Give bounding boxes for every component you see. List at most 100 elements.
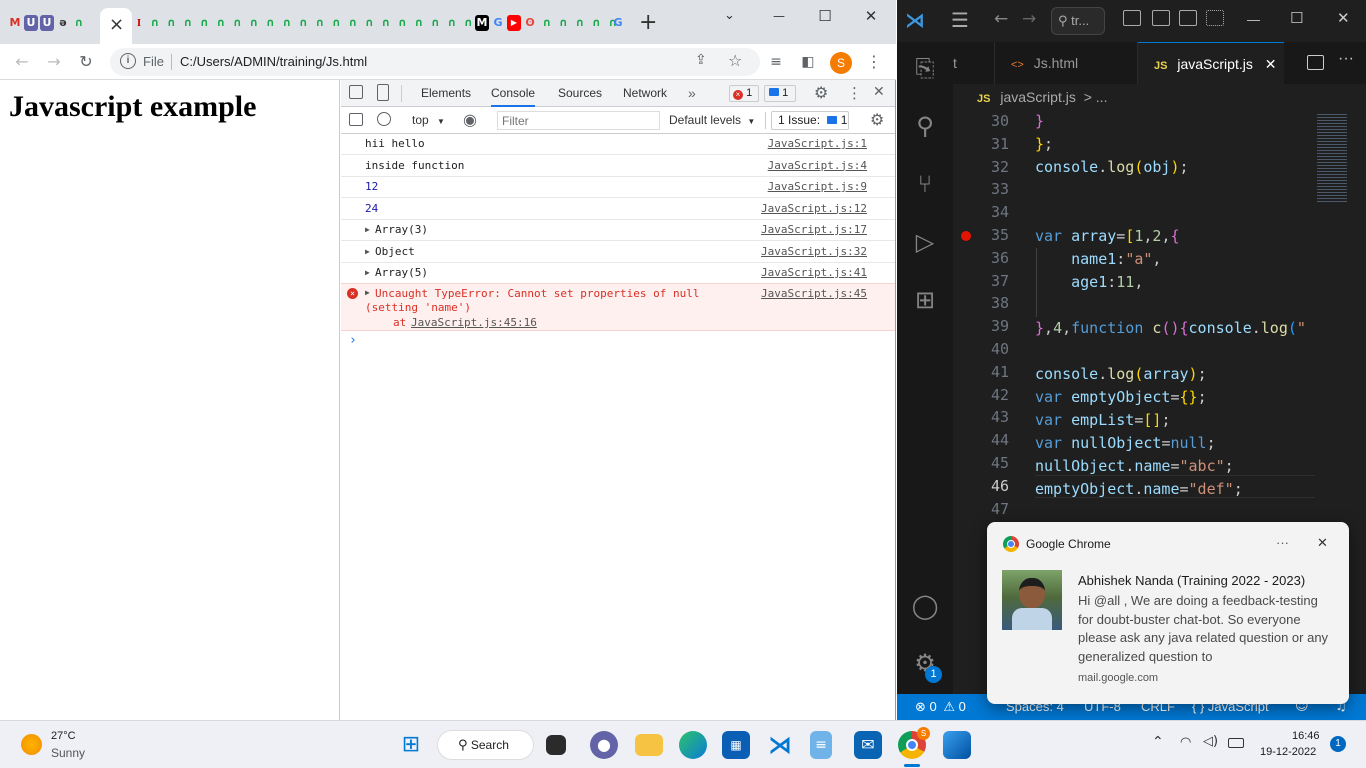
weather-temperature[interactable]: 27°C bbox=[51, 730, 76, 742]
breadcrumb-tail[interactable]: > ... bbox=[1084, 89, 1108, 105]
console-message-row[interactable]: 12 JavaScript.js:9 bbox=[341, 177, 895, 198]
address-bar[interactable]: i File C:/Users/ADMIN/training/Js.html ⇪… bbox=[110, 48, 760, 76]
battery-icon[interactable] bbox=[1228, 738, 1244, 748]
toggle-sidebar-icon[interactable] bbox=[1123, 10, 1141, 26]
console-source-link[interactable]: JavaScript.js:41 bbox=[761, 263, 867, 283]
console-message-row[interactable]: inside function JavaScript.js:4 bbox=[341, 156, 895, 177]
more-tabs-icon[interactable]: » bbox=[688, 80, 696, 107]
console-message-row[interactable]: ▶ Object JavaScript.js:32 bbox=[341, 242, 895, 263]
console-filter-input[interactable] bbox=[497, 111, 660, 130]
tab-hackerrank-icon[interactable]: ∩ bbox=[247, 15, 261, 31]
tab-close-icon[interactable]: ✕ bbox=[1265, 57, 1277, 73]
tab-site-icon[interactable]: ʘ bbox=[523, 15, 537, 31]
breadcrumb-file[interactable]: javaScript.js bbox=[1000, 89, 1075, 105]
vscode-taskbar-icon[interactable]: ⋊ bbox=[766, 731, 794, 759]
tab-close-icon[interactable]: × bbox=[109, 14, 124, 35]
source-control-icon[interactable]: ⑂ bbox=[909, 168, 941, 200]
clock-date[interactable]: 19-12-2022 bbox=[1260, 746, 1316, 758]
notification-center-badge[interactable]: 1 bbox=[1330, 736, 1346, 752]
toggle-secondary-sidebar-icon[interactable] bbox=[1179, 10, 1197, 26]
devtools-menu-icon[interactable]: ⋮ bbox=[847, 84, 862, 102]
devtools-close-icon[interactable]: ✕ bbox=[873, 84, 885, 100]
tab-site-icon[interactable]: ə bbox=[56, 15, 70, 31]
edge-browser-icon[interactable] bbox=[679, 731, 707, 759]
tab-hackerrank-icon[interactable]: ∩ bbox=[330, 15, 344, 31]
log-levels-dropdown[interactable]: Default levels ▼ bbox=[669, 107, 755, 134]
toggle-panel-icon[interactable] bbox=[1152, 10, 1170, 26]
media-icon[interactable]: ≡ bbox=[766, 52, 786, 72]
close-button[interactable]: ✕ bbox=[856, 6, 886, 26]
tab-hackerrank-icon[interactable]: ∩ bbox=[297, 15, 311, 31]
tab-google-icon[interactable]: G bbox=[611, 15, 625, 31]
live-expression-eye-icon[interactable]: ◉ bbox=[463, 110, 477, 129]
file-explorer-icon[interactable] bbox=[635, 734, 663, 756]
mail-icon[interactable]: ✉ bbox=[854, 731, 882, 759]
tab-hackerrank-icon[interactable]: ∩ bbox=[198, 15, 212, 31]
tab-hackerrank-icon[interactable]: ∩ bbox=[72, 15, 86, 31]
error-count-badge[interactable]: × 1 bbox=[729, 85, 759, 102]
console-settings-icon[interactable]: ⚙ bbox=[870, 110, 884, 129]
taskbar-search-box[interactable]: ⚲ Search bbox=[437, 730, 534, 760]
tab-teams-icon[interactable]: U bbox=[24, 15, 38, 31]
tab-hackerrank-icon[interactable]: ∩ bbox=[231, 15, 245, 31]
inspect-icon[interactable] bbox=[349, 85, 363, 99]
menu-icon[interactable]: ⋮ bbox=[864, 52, 884, 72]
tab-hackerrank-icon[interactable]: ∩ bbox=[264, 15, 278, 31]
expand-triangle-icon[interactable]: ▶ bbox=[365, 220, 370, 240]
tab-hackerrank-icon[interactable]: ∩ bbox=[540, 15, 554, 31]
console-error-row[interactable]: × ▶ Uncaught TypeError: Cannot set prope… bbox=[341, 283, 895, 331]
show-hidden-icons-chevron-icon[interactable]: ⌃ bbox=[1152, 734, 1164, 750]
tab-site-icon[interactable]: I bbox=[132, 15, 146, 31]
weather-description[interactable]: Sunny bbox=[51, 746, 85, 760]
notification-close-icon[interactable]: ✕ bbox=[1317, 536, 1328, 551]
tab-sources[interactable]: Sources bbox=[558, 80, 602, 107]
volume-icon[interactable]: ◁) bbox=[1203, 734, 1218, 749]
tab-hackerrank-icon[interactable]: ∩ bbox=[280, 15, 294, 31]
notification-more-icon[interactable]: ··· bbox=[1276, 535, 1289, 550]
command-center-search[interactable]: ⚲ tr... bbox=[1051, 7, 1105, 35]
split-editor-icon[interactable] bbox=[1307, 55, 1324, 70]
console-source-link[interactable]: JavaScript.js:9 bbox=[768, 177, 867, 197]
store-icon[interactable]: ▦ bbox=[722, 731, 750, 759]
accounts-icon[interactable]: ◯ bbox=[909, 590, 941, 622]
chrome-notification[interactable]: Google Chrome ··· ✕ Abhishek Nanda (Trai… bbox=[987, 522, 1349, 704]
explorer-icon[interactable]: ⎘ bbox=[909, 52, 941, 84]
tab-hackerrank-icon[interactable]: ∩ bbox=[214, 15, 228, 31]
expand-triangle-icon[interactable]: ▶ bbox=[365, 242, 370, 262]
share-icon[interactable]: ⇪ bbox=[695, 52, 707, 68]
tab-hackerrank-icon[interactable]: ∩ bbox=[573, 15, 587, 31]
console-message-row[interactable]: ▶ Array(5) JavaScript.js:41 bbox=[341, 263, 895, 284]
teams-chat-icon[interactable]: ● bbox=[590, 731, 618, 759]
tab-hackerrank-icon[interactable]: ∩ bbox=[557, 15, 571, 31]
error-source-link[interactable]: JavaScript.js:45 bbox=[761, 287, 867, 300]
devtools-settings-icon[interactable]: ⚙ bbox=[814, 83, 828, 102]
run-debug-icon[interactable]: ▷ bbox=[909, 226, 941, 258]
side-panel-icon[interactable]: ◧ bbox=[798, 52, 818, 72]
profile-avatar[interactable]: S bbox=[830, 52, 852, 74]
info-icon[interactable]: i bbox=[120, 53, 136, 69]
tab-hackerrank-icon[interactable]: ∩ bbox=[165, 15, 179, 31]
issues-button[interactable]: 1 Issue: 1 bbox=[771, 111, 849, 130]
extensions-icon[interactable]: ⊞ bbox=[909, 284, 941, 316]
nav-back-icon[interactable]: ← bbox=[994, 9, 1008, 29]
tab-hackerrank-icon[interactable]: ∩ bbox=[379, 15, 393, 31]
tab-hackerrank-icon[interactable]: ∩ bbox=[363, 15, 377, 31]
vscode-minimize-button[interactable]: — bbox=[1247, 12, 1260, 27]
new-tab-button[interactable]: + bbox=[639, 10, 657, 35]
vscode-close-button[interactable]: ✕ bbox=[1337, 9, 1350, 27]
maximize-button[interactable]: ☐ bbox=[810, 6, 840, 26]
stack-link[interactable]: JavaScript.js:45:16 bbox=[411, 316, 537, 329]
tab-hackerrank-icon[interactable]: ∩ bbox=[148, 15, 162, 31]
tab-hackerrank-icon[interactable]: ∩ bbox=[445, 15, 459, 31]
tab-hackerrank-icon[interactable]: ∩ bbox=[590, 15, 604, 31]
tab-search-icon[interactable]: ⌄ bbox=[724, 8, 735, 23]
console-source-link[interactable]: JavaScript.js:32 bbox=[761, 242, 867, 262]
tab-hackerrank-icon[interactable]: ∩ bbox=[462, 15, 476, 31]
active-tab[interactable]: × bbox=[100, 8, 132, 44]
nav-forward-icon[interactable]: → bbox=[1022, 9, 1036, 29]
notepad-icon[interactable]: ≡ bbox=[810, 731, 832, 759]
tab-gmail-icon[interactable]: M bbox=[8, 15, 22, 31]
device-toggle-icon[interactable] bbox=[377, 84, 389, 101]
bookmark-star-icon[interactable]: ☆ bbox=[728, 51, 742, 70]
customize-layout-icon[interactable] bbox=[1206, 10, 1224, 26]
